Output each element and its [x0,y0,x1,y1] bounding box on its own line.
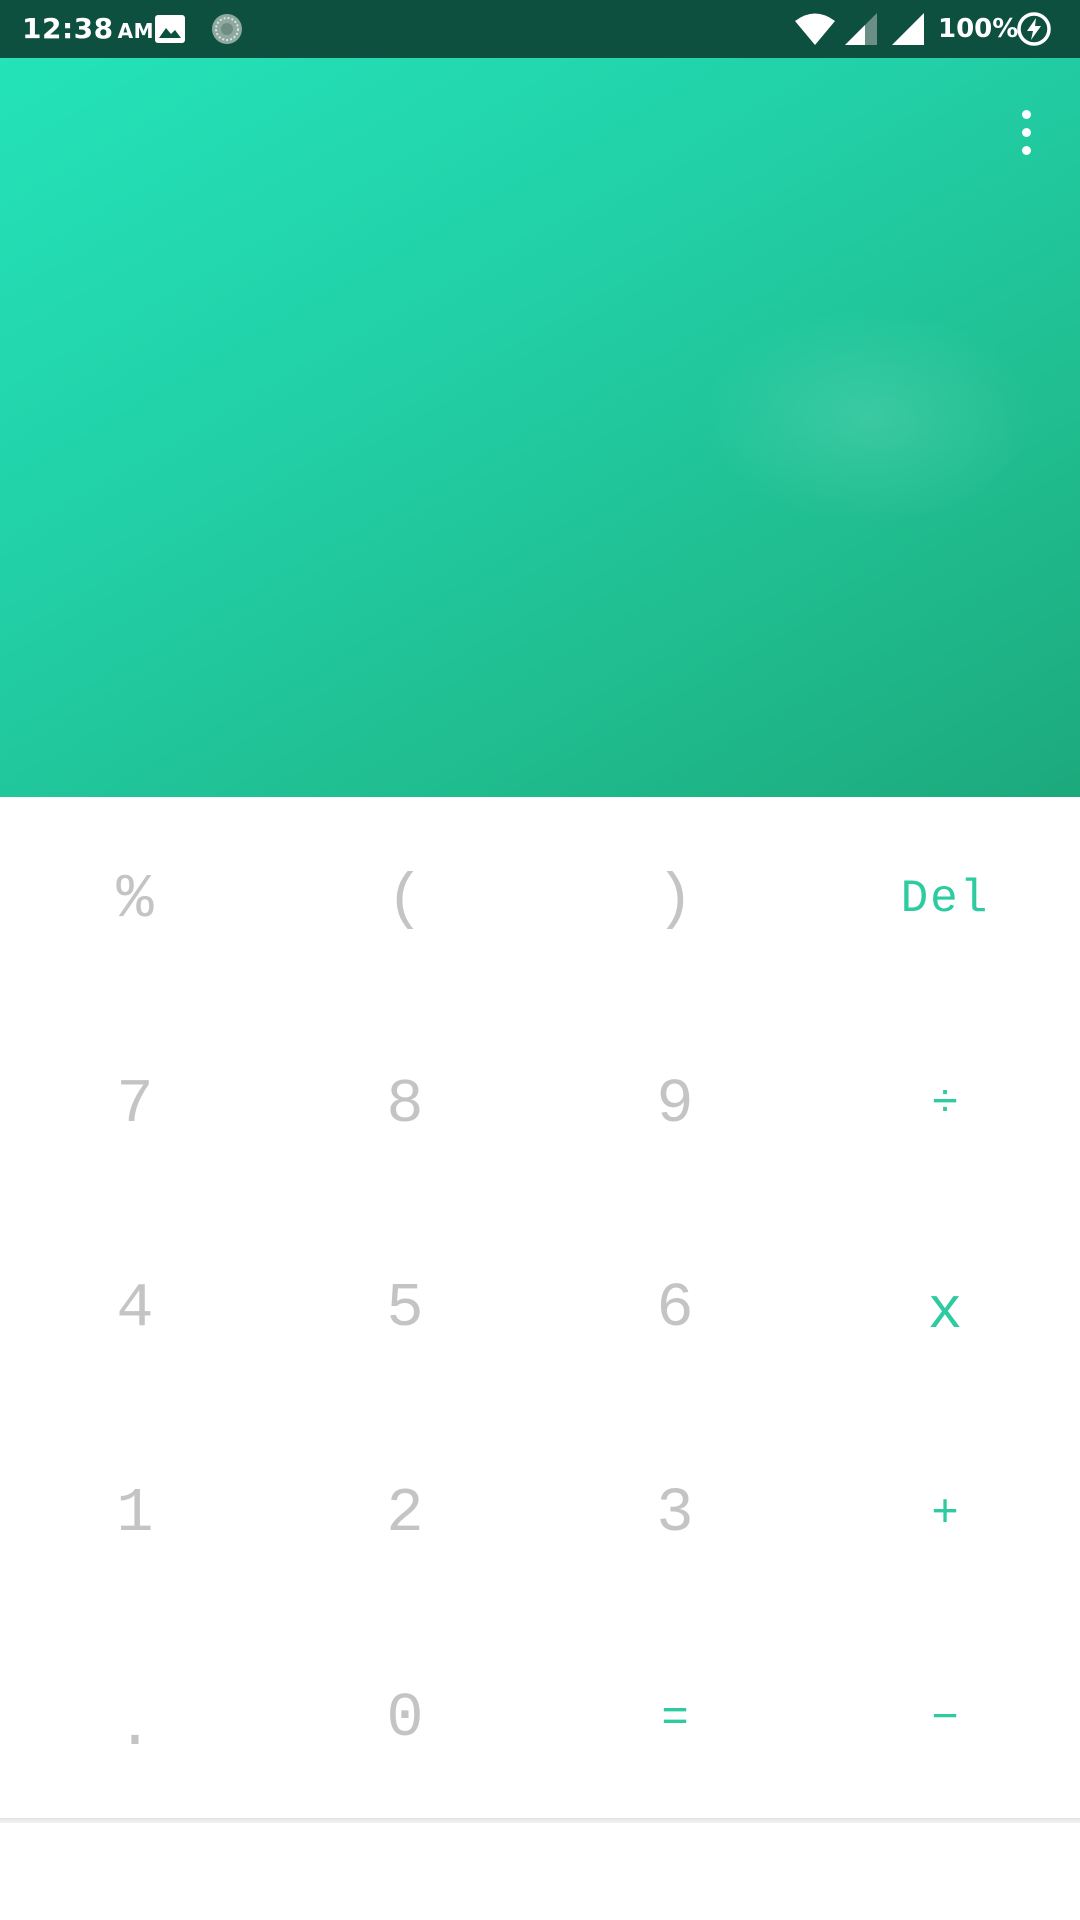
key-plus[interactable]: + [810,1411,1080,1616]
status-bar: 12:38 AM 100% [0,0,1080,58]
key-8[interactable]: 8 [270,1002,540,1207]
key-equals[interactable]: = [540,1616,810,1821]
status-time-value: 12:38 [22,12,114,45]
image-notification-icon [154,14,186,49]
battery-percentage: 100% [938,14,1019,44]
key-0[interactable]: 0 [270,1616,540,1821]
key-percent[interactable]: % [0,797,270,1002]
bottom-panel [0,1823,1080,1920]
key-minus[interactable]: − [810,1616,1080,1821]
key-6[interactable]: 6 [540,1207,810,1412]
key-open-paren[interactable]: ( [270,797,540,1002]
more-vert-icon[interactable] [1004,102,1048,162]
key-5[interactable]: 5 [270,1207,540,1412]
signal-full-icon [890,12,926,51]
key-2[interactable]: 2 [270,1411,540,1616]
calculator-screen: 12:38 AM 100% % () Del 7 8 9 ÷ 4 5 6 x … [0,0,1080,1920]
key-close-paren[interactable]: ) [540,797,810,1002]
key-9[interactable]: 9 [540,1002,810,1207]
calculator-display [0,58,1080,797]
key-1[interactable]: 1 [0,1411,270,1616]
key-4[interactable]: 4 [0,1207,270,1412]
keypad: % ( ) Del 7 8 9 ÷ 4 5 6 x 1 2 3 + . 0 = … [0,797,1080,1821]
key-3[interactable]: 3 [540,1411,810,1616]
status-time-ampm: AM [117,19,155,43]
key-delete[interactable]: Del [810,797,1080,1002]
battery-charging-icon [1016,11,1052,52]
key-divide[interactable]: ÷ [810,1002,1080,1207]
sync-notification-icon [210,12,244,51]
wifi-icon [794,12,836,51]
status-time: 12:38 AM [22,12,154,45]
signal-icon [843,12,879,51]
display-glow [700,308,1040,528]
key-decimal[interactable]: . [0,1616,270,1821]
key-multiply[interactable]: x [810,1207,1080,1412]
key-7[interactable]: 7 [0,1002,270,1207]
